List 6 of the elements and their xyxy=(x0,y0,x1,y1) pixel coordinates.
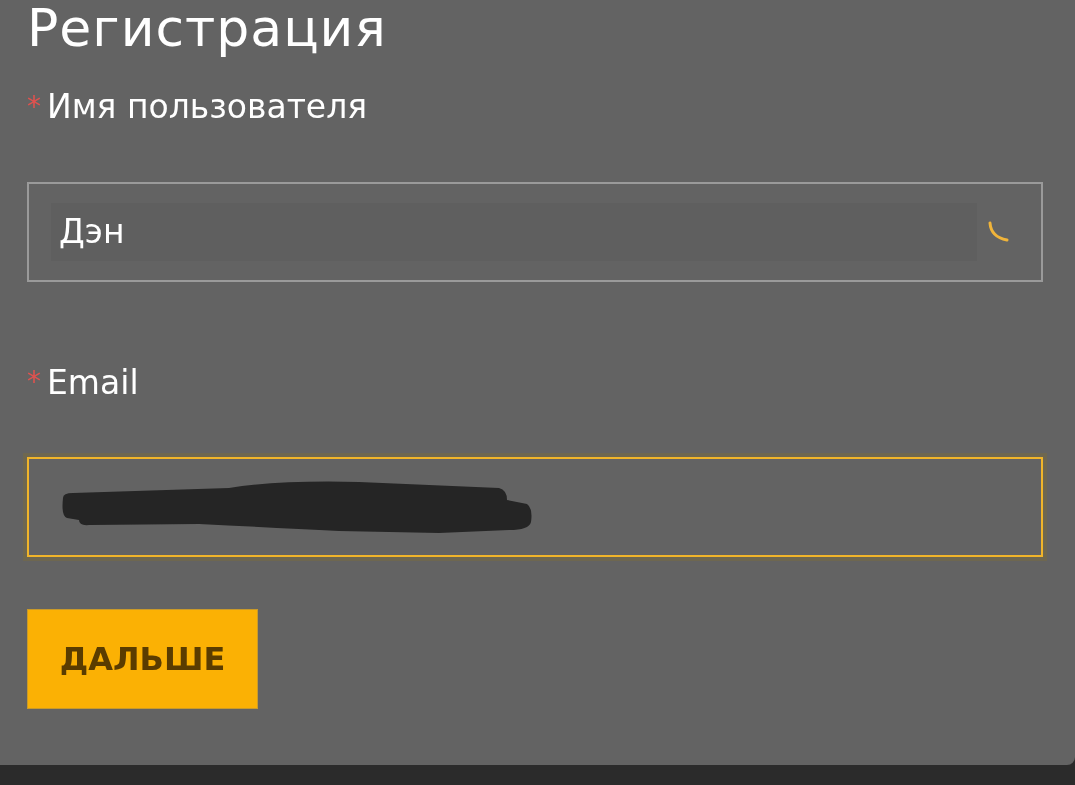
required-mark: * xyxy=(27,364,41,401)
next-button[interactable]: ДАЛЬШЕ xyxy=(27,609,258,709)
field-label: Имя пользователя xyxy=(47,86,368,128)
field-label: Email xyxy=(47,361,139,404)
input-field[interactable]: Дэн xyxy=(27,181,1043,282)
required-mark: * xyxy=(27,88,41,125)
